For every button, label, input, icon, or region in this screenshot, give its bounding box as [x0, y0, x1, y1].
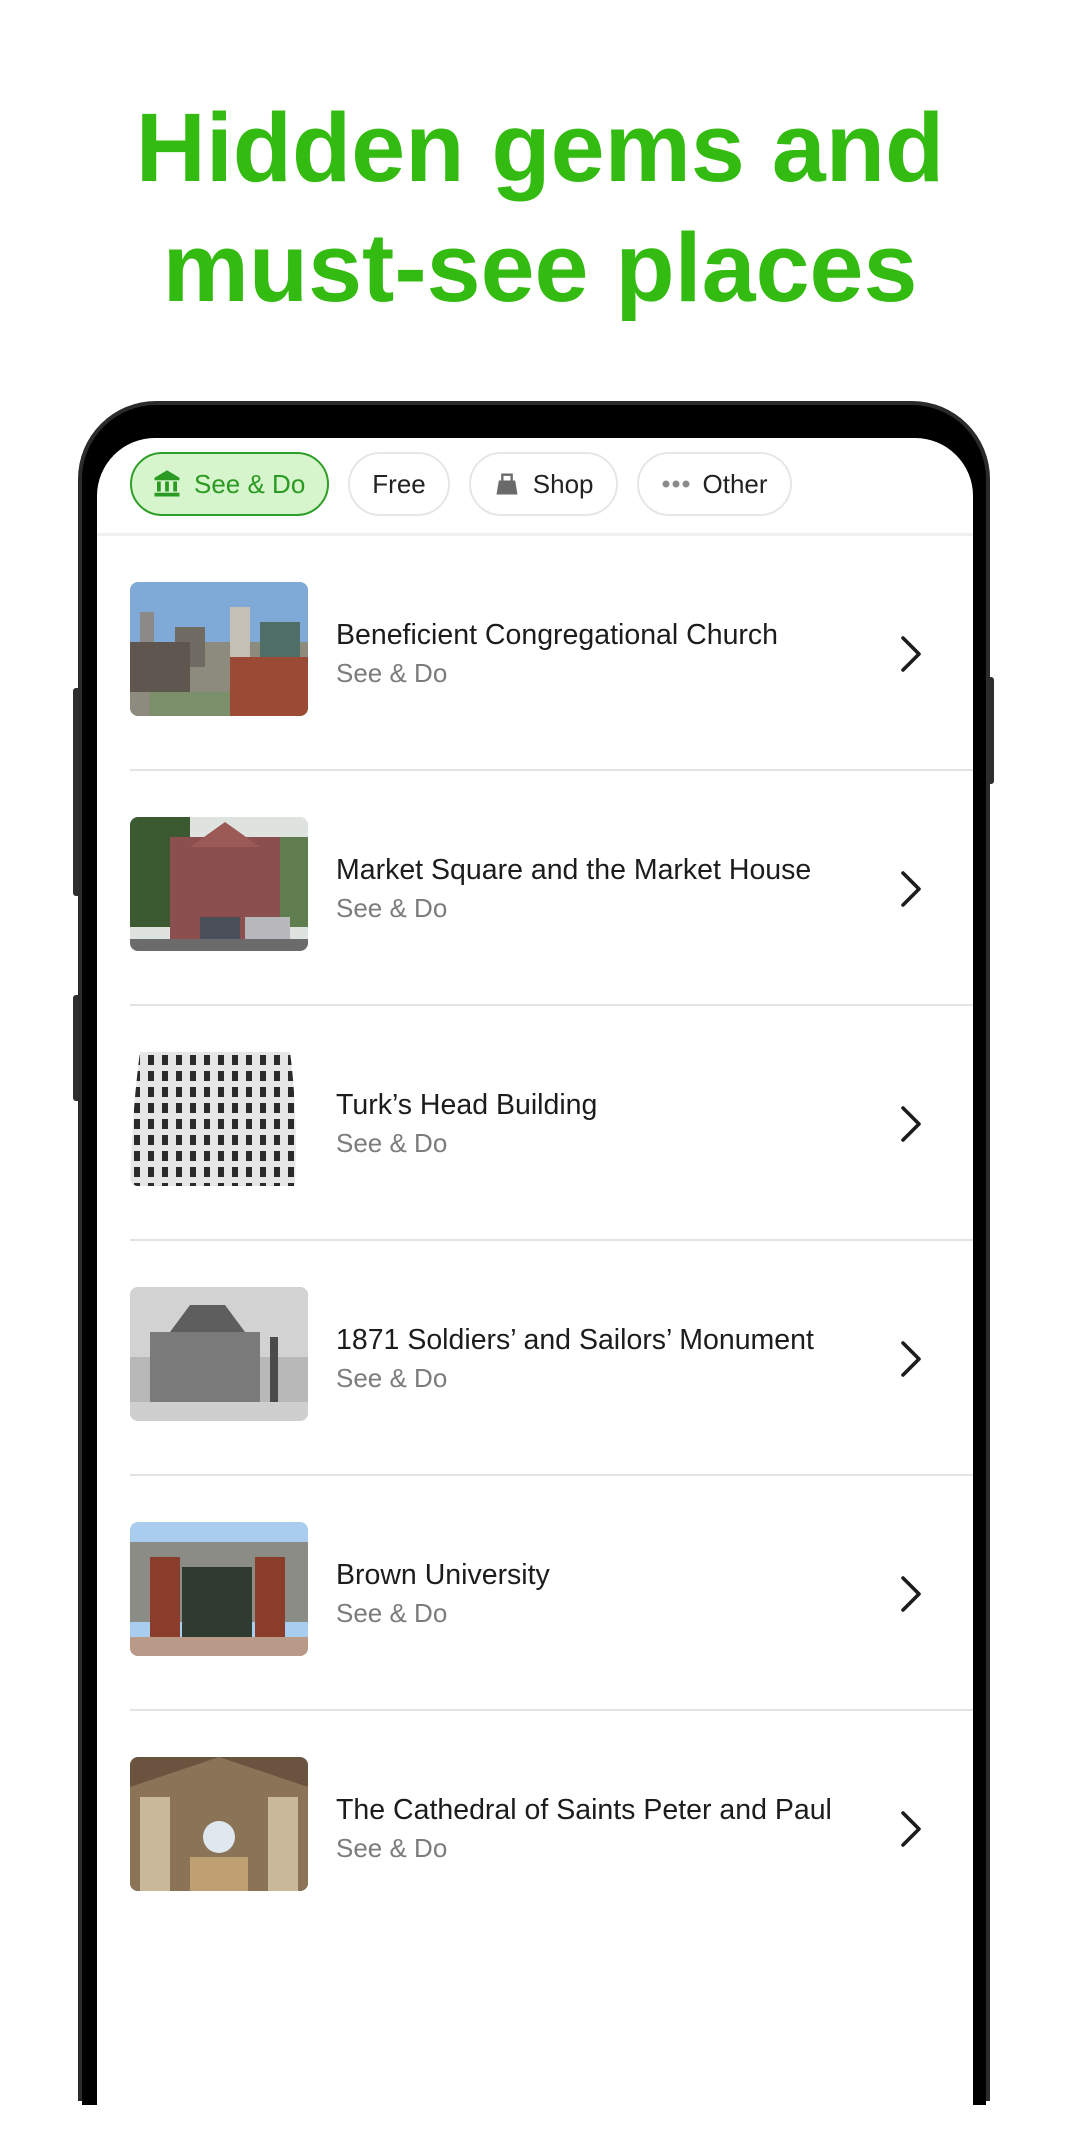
- filter-chip-label: Other: [702, 468, 768, 499]
- headline-line-2: must-see places: [162, 213, 918, 322]
- chevron-right-icon[interactable]: [897, 1807, 925, 1851]
- headline: Hidden gems and must-see places: [0, 88, 1080, 328]
- place-title: Beneficient Congregational Church: [336, 618, 779, 651]
- filter-chip-other[interactable]: Other: [636, 452, 792, 516]
- place-thumbnail: [130, 1052, 308, 1186]
- place-category: See & Do: [336, 1597, 448, 1628]
- place-category: See & Do: [336, 892, 448, 923]
- filter-chip-label: Shop: [532, 468, 594, 499]
- place-row[interactable]: Beneficient Congregational Church See & …: [97, 536, 973, 771]
- places-list: Beneficient Congregational Church See & …: [97, 536, 973, 1946]
- filter-chip-label: See & Do: [194, 468, 306, 499]
- filter-chips: See & Do Free Shop Other: [130, 452, 792, 516]
- place-row[interactable]: 1871 Soldiers’ and Sailors’ Monument See…: [97, 1241, 973, 1476]
- place-category: See & Do: [336, 657, 448, 688]
- filter-chip-shop[interactable]: Shop: [468, 452, 618, 516]
- place-thumbnail: [130, 1522, 308, 1656]
- place-row[interactable]: Turk’s Head Building See & Do: [97, 1006, 973, 1241]
- shopping-bag-icon: [493, 470, 521, 498]
- chevron-right-icon[interactable]: [897, 1572, 925, 1616]
- place-thumbnail: [130, 1287, 308, 1421]
- place-thumbnail: [130, 817, 308, 951]
- place-title: The Cathedral of Saints Peter and Paul: [336, 1793, 832, 1826]
- filter-chip-see-do[interactable]: See & Do: [130, 452, 330, 516]
- place-category: See & Do: [336, 1832, 448, 1863]
- chevron-right-icon[interactable]: [897, 632, 925, 676]
- museum-icon: [152, 469, 182, 499]
- place-title: Brown University: [336, 1558, 550, 1591]
- place-thumbnail: [130, 582, 308, 716]
- place-row[interactable]: The Cathedral of Saints Peter and Paul S…: [97, 1711, 973, 1946]
- place-category: See & Do: [336, 1362, 448, 1393]
- headline-line-1: Hidden gems and: [135, 93, 945, 202]
- place-title: 1871 Soldiers’ and Sailors’ Monument: [336, 1323, 814, 1356]
- filter-chip-free[interactable]: Free: [348, 452, 450, 516]
- chevron-right-icon[interactable]: [897, 867, 925, 911]
- chevron-right-icon[interactable]: [897, 1337, 925, 1381]
- place-row[interactable]: Brown University See & Do: [97, 1476, 973, 1711]
- place-thumbnail: [130, 1757, 308, 1891]
- phone-screen: See & Do Free Shop Other Beneficient Con…: [97, 438, 973, 2138]
- more-dots-icon: [661, 479, 691, 489]
- filter-chip-label: Free: [372, 468, 426, 499]
- place-category: See & Do: [336, 1127, 448, 1158]
- chevron-right-icon[interactable]: [897, 1102, 925, 1146]
- place-row[interactable]: Market Square and the Market House See &…: [97, 771, 973, 1006]
- place-title: Turk’s Head Building: [336, 1088, 598, 1121]
- place-title: Market Square and the Market House: [336, 853, 812, 886]
